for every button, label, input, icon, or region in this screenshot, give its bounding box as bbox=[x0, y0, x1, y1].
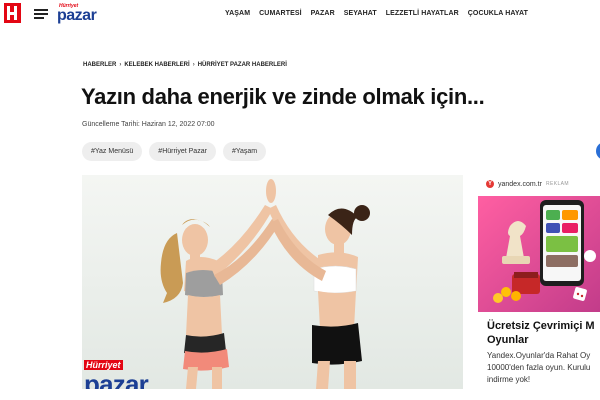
article-updated-date: Güncelleme Tarihi: Haziran 12, 2022 07:0… bbox=[82, 121, 215, 128]
pazar-logo[interactable]: Hürriyet pazar bbox=[57, 3, 101, 25]
ad-title-line2: Oyunlar bbox=[487, 334, 529, 346]
brand-main-text: pazar bbox=[57, 7, 97, 24]
ad-description[interactable]: Yandex.Oyunlar'da Rahat Oy 10000'den faz… bbox=[487, 350, 600, 386]
menu-icon[interactable] bbox=[34, 9, 48, 19]
breadcrumb-separator-icon: › bbox=[192, 62, 195, 68]
breadcrumb-item-hurriyet-pazar[interactable]: HÜRRİYET PAZAR HABERLERİ bbox=[198, 62, 287, 68]
ad-image[interactable] bbox=[478, 196, 600, 312]
ad-label: REKLAM bbox=[545, 181, 569, 187]
nav-item-lezzetli-hayatlar[interactable]: LEZZETLİ HAYATLAR bbox=[386, 10, 459, 17]
ad-title-line1: Ücretsiz Çevrimiçi M bbox=[487, 320, 595, 332]
breadcrumb-item-kelebek[interactable]: KELEBEK HABERLERİ bbox=[124, 62, 189, 68]
yandex-icon: Y bbox=[486, 180, 494, 188]
tag-list: #Yaz Menüsü #Hürriyet Pazar #Yaşam bbox=[82, 142, 267, 161]
site-header: Hürriyet pazar YAŞAM CUMARTESİ PAZAR SEY… bbox=[0, 0, 600, 30]
share-button[interactable] bbox=[596, 142, 600, 160]
article-title: Yazın daha enerjik ve zinde olmak için..… bbox=[81, 84, 485, 109]
ad-desc-line2: 10000'den fazla oyun. Kurulu bbox=[487, 363, 591, 372]
nav-item-yasam[interactable]: YAŞAM bbox=[225, 10, 250, 17]
nav-item-cocukla-hayat[interactable]: ÇOCUKLA HAYAT bbox=[468, 10, 528, 17]
breadcrumb-item-haberler[interactable]: HABERLER bbox=[83, 62, 116, 68]
article-hero-image: Hürriyet pazar bbox=[82, 175, 463, 389]
tag-yasam[interactable]: #Yaşam bbox=[222, 142, 267, 161]
hero-brand-main: pazar bbox=[84, 369, 149, 389]
ad-desc-line1: Yandex.Oyunlar'da Rahat Oy bbox=[487, 351, 591, 360]
ad-title[interactable]: Ücretsiz Çevrimiçi M Oyunlar bbox=[487, 319, 600, 347]
tag-hurriyet-pazar[interactable]: #Hürriyet Pazar bbox=[149, 142, 216, 161]
hurriyet-logo-icon[interactable] bbox=[4, 3, 21, 23]
breadcrumb-separator-icon: › bbox=[119, 62, 122, 68]
ad-desc-line3: indirme yok! bbox=[487, 375, 531, 384]
ad-domain[interactable]: yandex.com.tr bbox=[498, 181, 542, 188]
breadcrumb: HABERLER › KELEBEK HABERLERİ › HÜRRİYET … bbox=[83, 62, 287, 68]
games-phone-illustration bbox=[478, 196, 600, 312]
ad-header: Y yandex.com.tr REKLAM bbox=[486, 180, 569, 188]
main-nav: YAŞAM CUMARTESİ PAZAR SEYAHAT LEZZETLİ H… bbox=[225, 10, 528, 17]
nav-item-pazar[interactable]: PAZAR bbox=[311, 10, 335, 17]
tag-yaz-menusu[interactable]: #Yaz Menüsü bbox=[82, 142, 143, 161]
nav-item-seyahat[interactable]: SEYAHAT bbox=[344, 10, 377, 17]
hero-brand-logo: Hürriyet pazar bbox=[84, 355, 149, 389]
nav-item-cumartesi[interactable]: CUMARTESİ bbox=[259, 10, 302, 17]
